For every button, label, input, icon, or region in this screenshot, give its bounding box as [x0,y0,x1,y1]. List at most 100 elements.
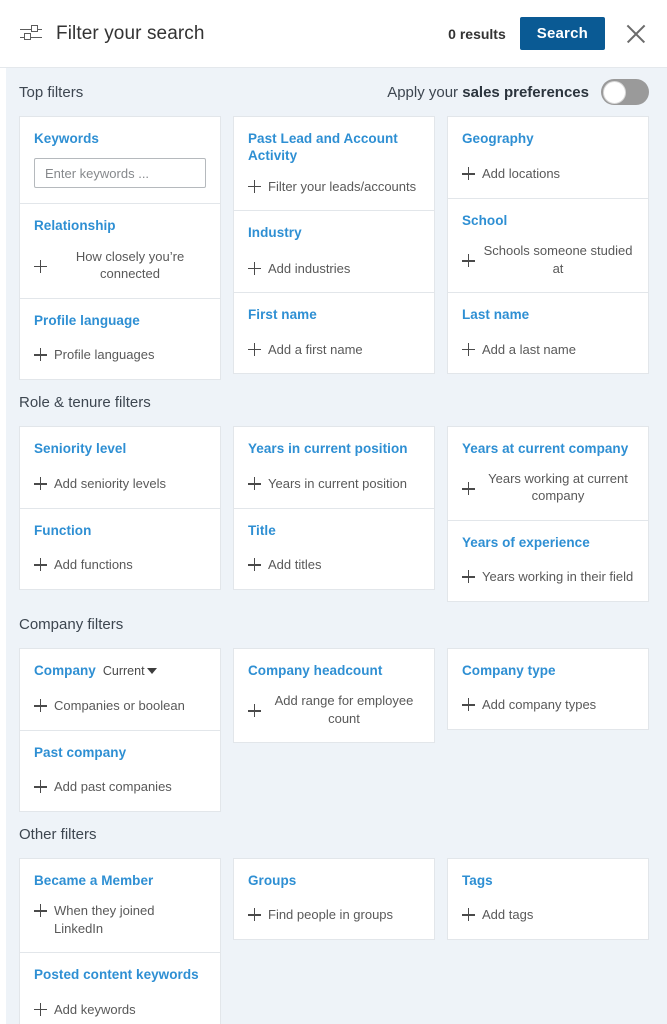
filter-card-action[interactable]: Years working in their field [462,555,634,586]
filter-card-title: Became a Member [34,872,154,888]
plus-icon [462,908,475,922]
filter-card-title: Geography [462,131,534,146]
filter-card-action[interactable]: Companies or boolean [34,684,206,715]
filter-card-action[interactable]: Add a first name [248,328,420,359]
filter-card-function[interactable]: Function Add functions [19,507,221,590]
filter-card-action[interactable]: Years working at current company [462,457,634,505]
filter-card-first-name[interactable]: First name Add a first name [233,292,435,375]
filter-card-geography[interactable]: Geography Add locations [447,116,649,198]
filter-card-keywords[interactable]: Keywords [19,116,221,204]
filter-card-years-of-experience[interactable]: Years of experience Years working in the… [447,519,649,602]
plus-icon [248,261,261,275]
filter-card-relationship[interactable]: Relationship How closely you’re connecte… [19,203,221,298]
filter-card-title: Industry [248,225,302,241]
filter-card-action[interactable]: Schools someone studied at [462,229,634,277]
filter-card-action-label: Add a first name [268,341,363,357]
filter-card-action-label: Add company types [482,697,597,713]
filter-card-profile-language[interactable]: Profile language Profile languages [19,297,221,380]
pref-prefix: Apply your [387,83,463,101]
plus-icon [462,342,475,356]
filter-card-title: Past company [34,744,127,760]
company-scope-value: Current [102,663,145,678]
filter-card-company-type[interactable]: Company type Add company types [447,647,649,730]
filter-card-company-headcount[interactable]: Company headcount Add range for employee… [233,647,435,744]
plus-icon [248,342,261,356]
section-title: Other filters [19,826,97,844]
filter-card-title: Past Lead and Account Activity [248,131,398,164]
filter-card-action[interactable]: Years in current position [248,462,420,493]
plus-icon [34,1002,47,1016]
plus-icon [462,254,475,268]
filter-card-action[interactable]: Add titles [248,543,420,574]
plus-icon [34,904,47,918]
section-header-company: Company filters [19,602,649,648]
filter-card-action[interactable]: Add locations [462,152,634,183]
filter-card-action[interactable]: When they joined LinkedIn [34,889,206,937]
chevron-down-icon [146,667,157,674]
filter-card-action[interactable]: Add functions [34,543,206,574]
filter-card-action[interactable]: Add company types [462,683,634,714]
filter-card-school[interactable]: School Schools someone studied at [447,198,649,293]
filter-card-posted-content-keywords[interactable]: Posted content keywords Add keywords [19,952,221,1024]
filter-card-years-in-current-position[interactable]: Years in current position Years in curre… [233,425,435,508]
keywords-input[interactable] [34,158,206,189]
section-header-role-tenure: Role & tenure filters [19,380,649,426]
pref-bold: sales preferences [462,83,589,101]
filter-card-action-label: Add a last name [482,341,576,357]
filter-card-title: Years of experience [462,534,590,550]
close-icon[interactable] [623,21,649,47]
filter-card-became-a-member[interactable]: Became a Member When they joined LinkedI… [19,857,221,953]
filter-card-industry[interactable]: Industry Add industries [233,210,435,293]
filter-card-title: Profile language [34,312,140,328]
filter-card-action[interactable]: Profile languages [34,333,206,364]
filter-card-action[interactable]: Add range for employee count [248,679,420,727]
filter-card-title: Last name [462,307,530,323]
filter-card-title-row: Company Current [34,662,206,679]
panel-header: Filter your search 0 results Search [0,0,667,68]
filter-card-seniority-level[interactable]: Seniority level Add seniority levels [19,425,221,508]
plus-icon [248,704,261,718]
filter-card-title: Posted content keywords [34,967,199,983]
header-right-group: 0 results Search [448,17,649,50]
filter-column: Became a Member When they joined LinkedI… [19,857,221,1024]
filter-card-action[interactable]: Add industries [248,247,420,278]
filter-card-action[interactable]: Add tags [462,893,634,924]
filter-column: Seniority level Add seniority levels Fun… [19,425,221,590]
filter-card-action-label: Years in current position [268,476,407,492]
section-title: Role & tenure filters [19,394,151,412]
filters-scroll-area[interactable]: Top filters Apply your sales preferences… [0,68,667,1024]
filter-card-action[interactable]: Find people in groups [248,893,420,924]
filter-card-title: Tags [462,872,493,888]
filter-card-action[interactable]: Add keywords [34,988,206,1019]
filter-card-action-label: Add keywords [54,1001,136,1017]
filter-column: Company type Add company types [447,647,649,730]
section-title: Company filters [19,616,124,634]
filter-card-action-label: Add industries [268,260,351,276]
filter-card-title-filter[interactable]: Title Add titles [233,507,435,590]
filter-card-tags[interactable]: Tags Add tags [447,857,649,940]
filter-card-action-label: Add functions [54,557,133,573]
filter-card-action[interactable]: Add seniority levels [34,462,206,493]
plus-icon [248,908,261,922]
filter-card-title: Relationship [34,218,116,234]
search-button[interactable]: Search [519,17,605,50]
sales-preferences-label: Apply your sales preferences [387,84,589,101]
filter-card-past-company[interactable]: Past company Add past companies [19,729,221,812]
plus-icon [462,570,475,584]
filter-card-last-name[interactable]: Last name Add a last name [447,292,649,375]
sales-preferences-toggle[interactable] [601,79,649,105]
filter-card-past-lead-and-account-activity[interactable]: Past Lead and Account Activity Filter yo… [233,116,435,211]
filter-card-company[interactable]: Company Current Companies or boolean [19,647,221,730]
results-count: 0 results [448,25,506,42]
filter-card-groups[interactable]: Groups Find people in groups [233,857,435,940]
filter-card-action-label: Add past companies [54,779,172,795]
filter-card-action[interactable]: Add a last name [462,328,634,359]
filter-card-action[interactable]: Add past companies [34,765,206,796]
filter-card-action[interactable]: How closely you’re connected [34,235,206,283]
page-title: Filter your search [56,22,205,44]
grid-company-filters: Company Current Companies or boolean Pas… [19,647,649,812]
filter-card-years-at-current-company[interactable]: Years at current company Years working a… [447,425,649,520]
company-scope-dropdown[interactable]: Current [103,664,157,678]
filter-card-action[interactable]: Filter your leads/accounts [248,165,420,196]
filter-card-title: Title [248,522,276,538]
